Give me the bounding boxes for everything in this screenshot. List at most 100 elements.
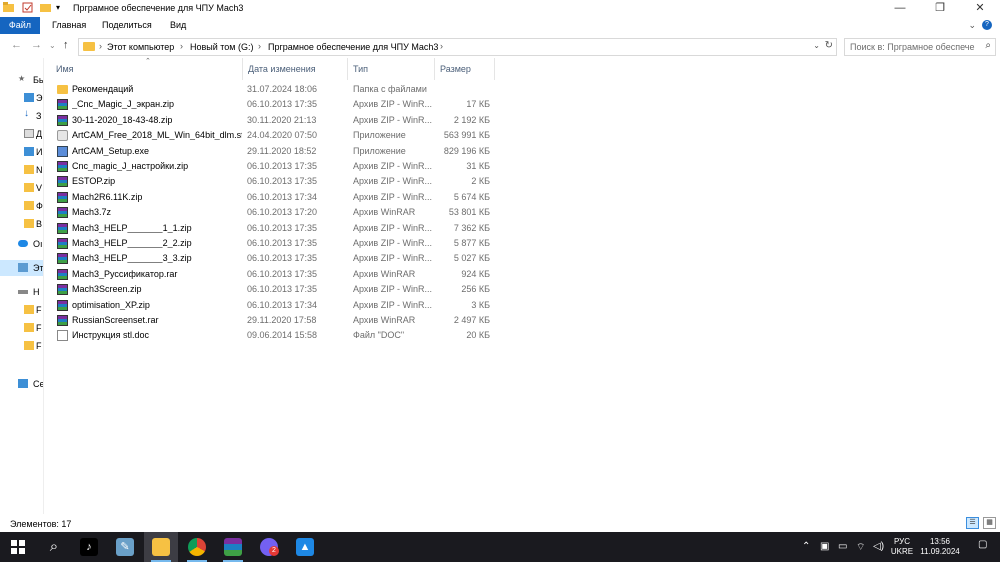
close-button[interactable]: ✕: [960, 0, 1000, 17]
file-size: 5 027 КБ: [453, 253, 490, 264]
nav-drive-folder-2[interactable]: F: [0, 320, 43, 336]
nav-this-pc[interactable]: Эт: [0, 260, 43, 276]
nav-folder-1[interactable]: N: [0, 162, 43, 178]
table-row[interactable]: Mach3_HELP_______3_3.zip 06.10.2013 17:35…: [55, 251, 495, 266]
tab-home[interactable]: Главная: [46, 17, 92, 34]
table-row[interactable]: Рекомендаций 31.07.2024 18:06 Папка с файл…: [55, 82, 495, 97]
column-size[interactable]: Размер: [440, 64, 471, 74]
table-row[interactable]: Mach3_HELP_______1_1.zip 06.10.2013 17:35…: [55, 221, 495, 236]
search-input[interactable]: Поиск в: Прграмное обеспече... ⌕: [844, 38, 996, 56]
chevron-right-icon[interactable]: ›: [180, 41, 183, 51]
network-icon: [18, 379, 28, 388]
tiktok-icon[interactable]: ♪: [80, 538, 98, 556]
notepad-icon[interactable]: ✎: [116, 538, 134, 556]
nav-drive-folder-1[interactable]: F: [0, 302, 43, 318]
column-divider[interactable]: [347, 58, 348, 80]
address-bar[interactable]: › Этот компьютер › Новый том (G:) › Пргр…: [78, 38, 837, 56]
column-divider[interactable]: [434, 58, 435, 80]
file-type: Архив ZIP - WinR...: [353, 222, 433, 233]
file-name: optimisation_XP.zip: [72, 299, 150, 310]
clock[interactable]: 13:56 11.09.2024: [917, 537, 963, 557]
tray-overflow-icon[interactable]: ⌃: [802, 541, 810, 552]
file-type: Архив ZIP - WinR...: [353, 114, 433, 125]
archive-icon: [57, 299, 68, 311]
properties-icon[interactable]: [22, 2, 33, 16]
table-row[interactable]: ESTOP.zip 06.10.2013 17:35 Архив ZIP - Win…: [55, 174, 495, 189]
recent-locations-icon[interactable]: ⌄: [49, 41, 56, 50]
nav-desktop[interactable]: Э: [0, 90, 43, 106]
new-folder-icon[interactable]: [40, 2, 51, 15]
table-row[interactable]: ArtCAM_Setup.exe 29.11.2020 18:52 Приложен…: [55, 144, 495, 159]
volume-icon[interactable]: ◁): [873, 541, 884, 552]
help-icon[interactable]: ?: [982, 20, 992, 30]
refresh-icon[interactable]: ↻: [825, 40, 833, 51]
table-row[interactable]: Mach3_Руссификатор.rar 06.10.2013 17:35 Ар…: [55, 267, 495, 282]
file-explorer-icon[interactable]: [152, 538, 170, 556]
column-divider[interactable]: [242, 58, 243, 80]
nav-network[interactable]: Се: [0, 376, 43, 392]
chrome-icon[interactable]: [188, 538, 206, 556]
table-row[interactable]: RussianScreenset.rar 29.11.2020 17:58 Архи…: [55, 313, 495, 328]
winrar-icon[interactable]: [224, 538, 242, 556]
table-row[interactable]: optimisation_XP.zip 06.10.2013 17:34 Архив…: [55, 298, 495, 313]
tab-file[interactable]: Файл: [0, 17, 40, 34]
notifications-icon[interactable]: ▢: [978, 539, 987, 550]
nav-downloads[interactable]: ↓ З: [0, 108, 43, 124]
file-type: Приложение: [353, 130, 406, 141]
nav-folder-4[interactable]: В: [0, 216, 43, 232]
battery-icon[interactable]: ▭: [838, 541, 847, 552]
table-row[interactable]: Mach3_HELP_______2_2.zip 06.10.2013 17:35…: [55, 236, 495, 251]
archive-icon: [57, 284, 68, 296]
forward-icon[interactable]: →: [31, 39, 42, 51]
file-name: 30-11-2020_18-43-48.zip: [72, 114, 173, 125]
viber-icon[interactable]: 2: [260, 538, 279, 556]
tab-view[interactable]: Вид: [164, 17, 192, 34]
column-date[interactable]: Дата изменения: [248, 64, 316, 74]
breadcrumb-this-pc[interactable]: Этот компьютер: [107, 42, 174, 52]
nav-folder-3[interactable]: Ф: [0, 198, 43, 214]
table-row[interactable]: 30-11-2020_18-43-48.zip 30.11.2020 21:13 А…: [55, 113, 495, 128]
address-dropdown-icon[interactable]: ⌄: [813, 41, 820, 50]
nav-drive[interactable]: Н: [0, 284, 43, 300]
nav-quick-access[interactable]: ★ Бь: [0, 72, 43, 88]
nav-drive-folder-3[interactable]: F: [0, 338, 43, 354]
chevron-right-icon[interactable]: ›: [258, 41, 261, 51]
chevron-right-icon[interactable]: ›: [99, 41, 102, 51]
file-date: 06.10.2013 17:35: [247, 161, 318, 171]
up-icon[interactable]: ↑: [63, 39, 69, 51]
breadcrumb-folder[interactable]: Прграмное обеспечение для ЧПУ Mach3: [268, 42, 438, 52]
table-row[interactable]: Mach3.7z 06.10.2013 17:20 Архив WinRAR 53 8…: [55, 205, 495, 220]
column-type[interactable]: Тип: [353, 64, 368, 74]
back-icon[interactable]: ←: [11, 39, 22, 51]
customize-quick-access-icon[interactable]: ▾: [56, 3, 60, 12]
file-size: 20 КБ: [466, 330, 490, 341]
nav-folder-2[interactable]: V: [0, 180, 43, 196]
network-icon[interactable]: ⌔: [856, 541, 865, 554]
chevron-right-icon[interactable]: ›: [440, 41, 443, 51]
ribbon-expand-icon[interactable]: ⌄: [968, 20, 976, 31]
file-type: Архив ZIP - WinR...: [353, 238, 433, 248]
table-row[interactable]: Cnc_magic_J_настройки.zip 06.10.2013 17:3…: [55, 159, 495, 174]
application-icon: [57, 130, 68, 142]
search-icon[interactable]: ⌕: [45, 538, 63, 556]
nav-documents[interactable]: Д: [0, 126, 43, 142]
nav-onedrive[interactable]: Oı: [0, 236, 43, 252]
language-indicator[interactable]: РУС UKRE: [890, 537, 914, 557]
nav-pictures[interactable]: И: [0, 144, 43, 160]
tray-app-icon[interactable]: ▣: [820, 541, 829, 552]
start-windows-icon[interactable]: [9, 538, 27, 556]
table-row[interactable]: ArtCAM_Free_2018_ML_Win_64bit_dlm.sf... 2…: [55, 128, 495, 143]
breadcrumb-drive[interactable]: Новый том (G:): [190, 42, 254, 52]
large-icons-view-button[interactable]: ▦: [983, 517, 996, 529]
table-row[interactable]: _Cnc_Magic_J_экран.zip 06.10.2013 17:35 Ар…: [55, 97, 495, 112]
app-icon[interactable]: ▲: [296, 538, 314, 556]
minimize-button[interactable]: —: [880, 0, 920, 17]
table-row[interactable]: Инструкция stl.doc 09.06.2014 15:58 Файл "…: [55, 328, 495, 343]
table-row[interactable]: Mach3Screen.zip 06.10.2013 17:35 Архив ZIP…: [55, 282, 495, 297]
tab-share[interactable]: Поделиться: [96, 17, 158, 34]
column-name[interactable]: Имя: [56, 64, 74, 74]
table-row[interactable]: Mach2R6.11K.zip 06.10.2013 17:34 Архив ZIP…: [55, 190, 495, 205]
column-divider[interactable]: [494, 58, 495, 80]
details-view-button[interactable]: ☰: [966, 517, 979, 529]
maximize-button[interactable]: ❐: [920, 0, 960, 17]
